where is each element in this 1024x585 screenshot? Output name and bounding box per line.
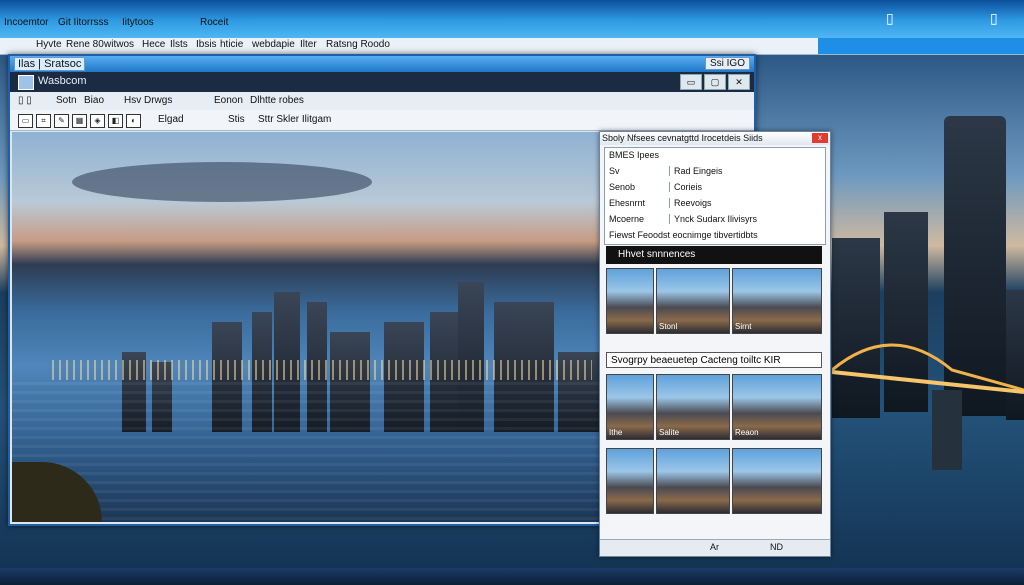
toolbar-item[interactable]: Ilsts — [170, 39, 188, 50]
toolbar-item[interactable]: Ibsis — [196, 39, 217, 50]
window-title: Ilas | Sratsoc — [14, 57, 86, 71]
property-value: Rad Eingeis — [669, 166, 723, 176]
thumbnail[interactable]: Sirnt — [732, 268, 822, 334]
outer-menu-bar: Incoemtor Git Iitorrsss Iitytoos Roceit — [0, 16, 1024, 32]
maximize-button[interactable]: ▢ — [704, 74, 726, 90]
filter-tool-icon[interactable]: ◈ — [90, 114, 105, 128]
thumbnail[interactable]: Ithe — [606, 374, 654, 440]
window-menu-bar: ▯ ▯ Sotn Biao Hsv Drwgs Eonon Dlhtte rob… — [10, 92, 754, 111]
toolbar-item[interactable]: Hyvte — [36, 39, 62, 50]
background-bridge — [832, 343, 1024, 470]
image-properties-dialog: Sboly Nfsees cevnatgttd Irocetdeis Siids… — [599, 131, 831, 557]
property-value: Corieis — [669, 182, 702, 192]
thumbnail-grid-a: Stonl Sirnt — [606, 268, 822, 334]
window-toolbar: ▭ ⌗ ✎ ▦ ◈ ◧ ◐ Elgad Stis Sttr Skler Ilitgam — [10, 110, 754, 131]
brush-tool-icon[interactable]: ✎ — [54, 114, 69, 128]
thumbnail[interactable]: Reaon — [732, 374, 822, 440]
toolbar-item[interactable]: Ilter — [300, 39, 317, 50]
property-row[interactable]: Mcoerne Ynck Sudarx Ilivisyrs — [605, 212, 825, 228]
footer-button[interactable]: ND — [770, 542, 783, 552]
taskbar — [0, 568, 1024, 585]
property-key: Ehesnrnt — [609, 198, 646, 208]
menu-item[interactable]: ▯ ▯ — [18, 95, 32, 106]
select-tool-icon[interactable]: ▭ — [18, 114, 33, 128]
menu-item[interactable]: Iitytoos — [122, 17, 154, 28]
thumbnail[interactable] — [656, 448, 730, 514]
property-value: Reevoigs — [669, 198, 712, 208]
toolbar-item[interactable]: Rene 80 — [66, 39, 104, 50]
thumbnail-grid-c — [606, 448, 822, 514]
menu-item[interactable]: Eonon — [214, 95, 243, 106]
property-key: Senob — [609, 182, 636, 192]
property-row[interactable]: Fiewst Feoodst eocnimge tibvertidbts — [605, 228, 825, 244]
property-row[interactable]: Ehesnrnt Reevoigs — [605, 196, 825, 212]
menu-item[interactable]: Roceit — [200, 17, 228, 28]
water-reflection — [12, 382, 602, 522]
thumbnail[interactable]: Stonl — [656, 268, 730, 334]
toolbar-label[interactable]: Sttr Skler Ilitgam — [258, 114, 331, 125]
thumbnail[interactable] — [606, 448, 654, 514]
toolbar-item[interactable]: witwos — [104, 39, 134, 50]
toolbar-icons: ▭ ⌗ ✎ ▦ ◈ ◧ ◐ — [18, 110, 144, 128]
adjust-tool-icon[interactable]: ◐ — [126, 114, 141, 128]
section-label: BMES Ipees — [609, 150, 660, 160]
window-title-bar: Ilas | Sratsoc Ssi IGO — [10, 56, 754, 72]
toolbar-accent — [818, 38, 1024, 54]
property-row[interactable]: Sv Rad Eingeis — [605, 164, 825, 180]
menu-item[interactable]: Dlhtte robes — [250, 95, 304, 106]
minimize-button[interactable]: ▭ — [680, 74, 702, 90]
properties-panel: BMES Ipees Sv Rad Eingeis Senob Corieis … — [604, 147, 826, 245]
thumbnail[interactable]: Salite — [656, 374, 730, 440]
layer-tool-icon[interactable]: ◧ — [108, 114, 123, 128]
window-header: Wasbcom ▭ ▢ ✕ — [10, 72, 754, 92]
section-b-header: Svogrpy beaeuetep Cacteng toiltc KIR — [606, 352, 822, 368]
toolbar-label[interactable]: Stis — [228, 114, 245, 125]
property-value: Ynck Sudarx Ilivisyrs — [669, 214, 757, 224]
section-header: BMES Ipees — [605, 148, 825, 164]
toolbar-item[interactable]: Hece — [142, 39, 165, 50]
thumbnail[interactable] — [732, 448, 822, 514]
property-key: Sv — [609, 166, 620, 176]
close-button[interactable]: ✕ — [728, 74, 750, 90]
property-row[interactable]: Senob Corieis — [605, 180, 825, 196]
city-lights — [52, 360, 592, 380]
image-canvas[interactable] — [12, 132, 602, 522]
toolbar-item[interactable]: Ratsng Roodo — [326, 39, 390, 50]
dialog-title-bar: Sboly Nfsees cevnatgttd Irocetdeis Siids… — [600, 132, 830, 145]
toolbar-label[interactable]: Elgad — [158, 114, 184, 125]
crop-tool-icon[interactable]: ⌗ — [36, 114, 51, 128]
outer-toolbar: Hyvte Rene 80 witwos Hece Ilsts Ibsis ht… — [0, 38, 1024, 55]
menu-item[interactable]: Sotn — [56, 95, 77, 106]
thumbnail[interactable] — [606, 268, 654, 334]
menu-item[interactable]: Hsv Drwgs — [124, 95, 172, 106]
toolbar-item[interactable]: webdapie — [252, 39, 295, 50]
menu-item[interactable]: Incoemtor — [4, 17, 48, 28]
toolbar-item[interactable]: hticie — [220, 39, 243, 50]
footer-button[interactable]: Ar — [710, 542, 719, 552]
menu-item[interactable]: Biao — [84, 95, 104, 106]
property-key: Mcoerne — [609, 214, 645, 224]
dialog-footer: Ar ND — [600, 539, 830, 556]
window-header-label: Wasbcom — [38, 75, 87, 87]
image-tool-icon[interactable]: ▦ — [72, 114, 87, 128]
thumbnail-grid-b: Ithe Salite Reaon — [606, 374, 822, 440]
dialog-close-button[interactable]: x — [812, 133, 828, 143]
menu-item[interactable]: Git Iitorrsss — [58, 17, 109, 28]
window-caption-label: Ssi IGO — [704, 57, 750, 70]
property-footer: Fiewst Feoodst eocnimge tibvertidbts — [609, 230, 758, 240]
section-a-header: Hhvet snnnences — [606, 246, 822, 264]
app-icon — [18, 75, 34, 90]
dialog-title: Sboly Nfsees cevnatgttd Irocetdeis Siids — [602, 133, 763, 143]
